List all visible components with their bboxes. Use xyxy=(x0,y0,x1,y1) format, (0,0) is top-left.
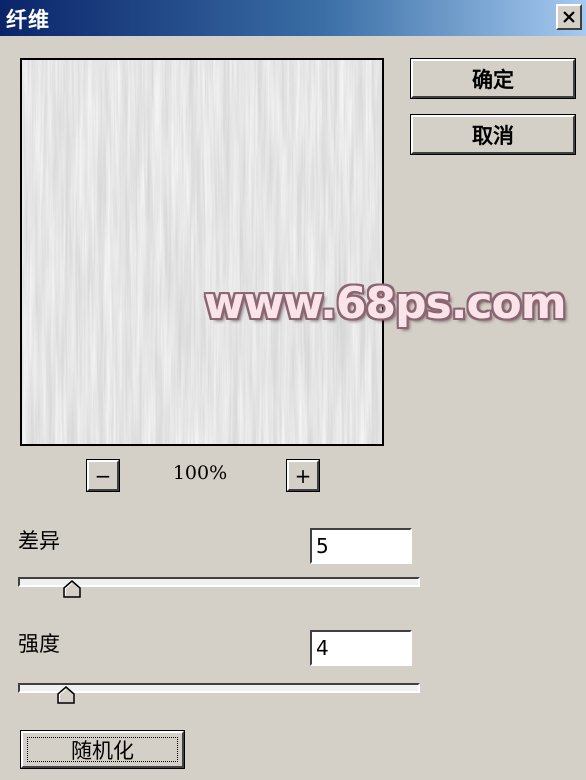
ok-button[interactable]: 确定 xyxy=(410,58,576,99)
strength-slider-track[interactable] xyxy=(18,683,420,693)
title-bar: 纤维 xyxy=(0,0,586,36)
variance-input[interactable]: 5 xyxy=(310,528,412,564)
watermark-text: www.68ps.com xyxy=(204,278,567,329)
zoom-level: 100% xyxy=(172,462,228,484)
randomize-button[interactable]: 随机化 xyxy=(20,730,185,769)
close-icon xyxy=(563,11,575,23)
cancel-button[interactable]: 取消 xyxy=(410,114,576,155)
strength-input[interactable]: 4 xyxy=(310,630,412,666)
variance-label: 差异 xyxy=(18,529,60,553)
strength-slider-thumb-icon[interactable] xyxy=(56,686,75,704)
window-title: 纤维 xyxy=(6,8,50,32)
close-button[interactable] xyxy=(556,4,582,30)
preview-area[interactable] xyxy=(20,58,384,446)
randomize-label: 随机化 xyxy=(71,738,134,763)
zoom-in-button[interactable]: + xyxy=(286,459,320,492)
variance-slider-thumb-icon[interactable] xyxy=(63,580,81,598)
fiber-texture-preview xyxy=(22,60,382,444)
zoom-out-button[interactable]: − xyxy=(86,459,120,492)
strength-label: 强度 xyxy=(18,632,60,656)
